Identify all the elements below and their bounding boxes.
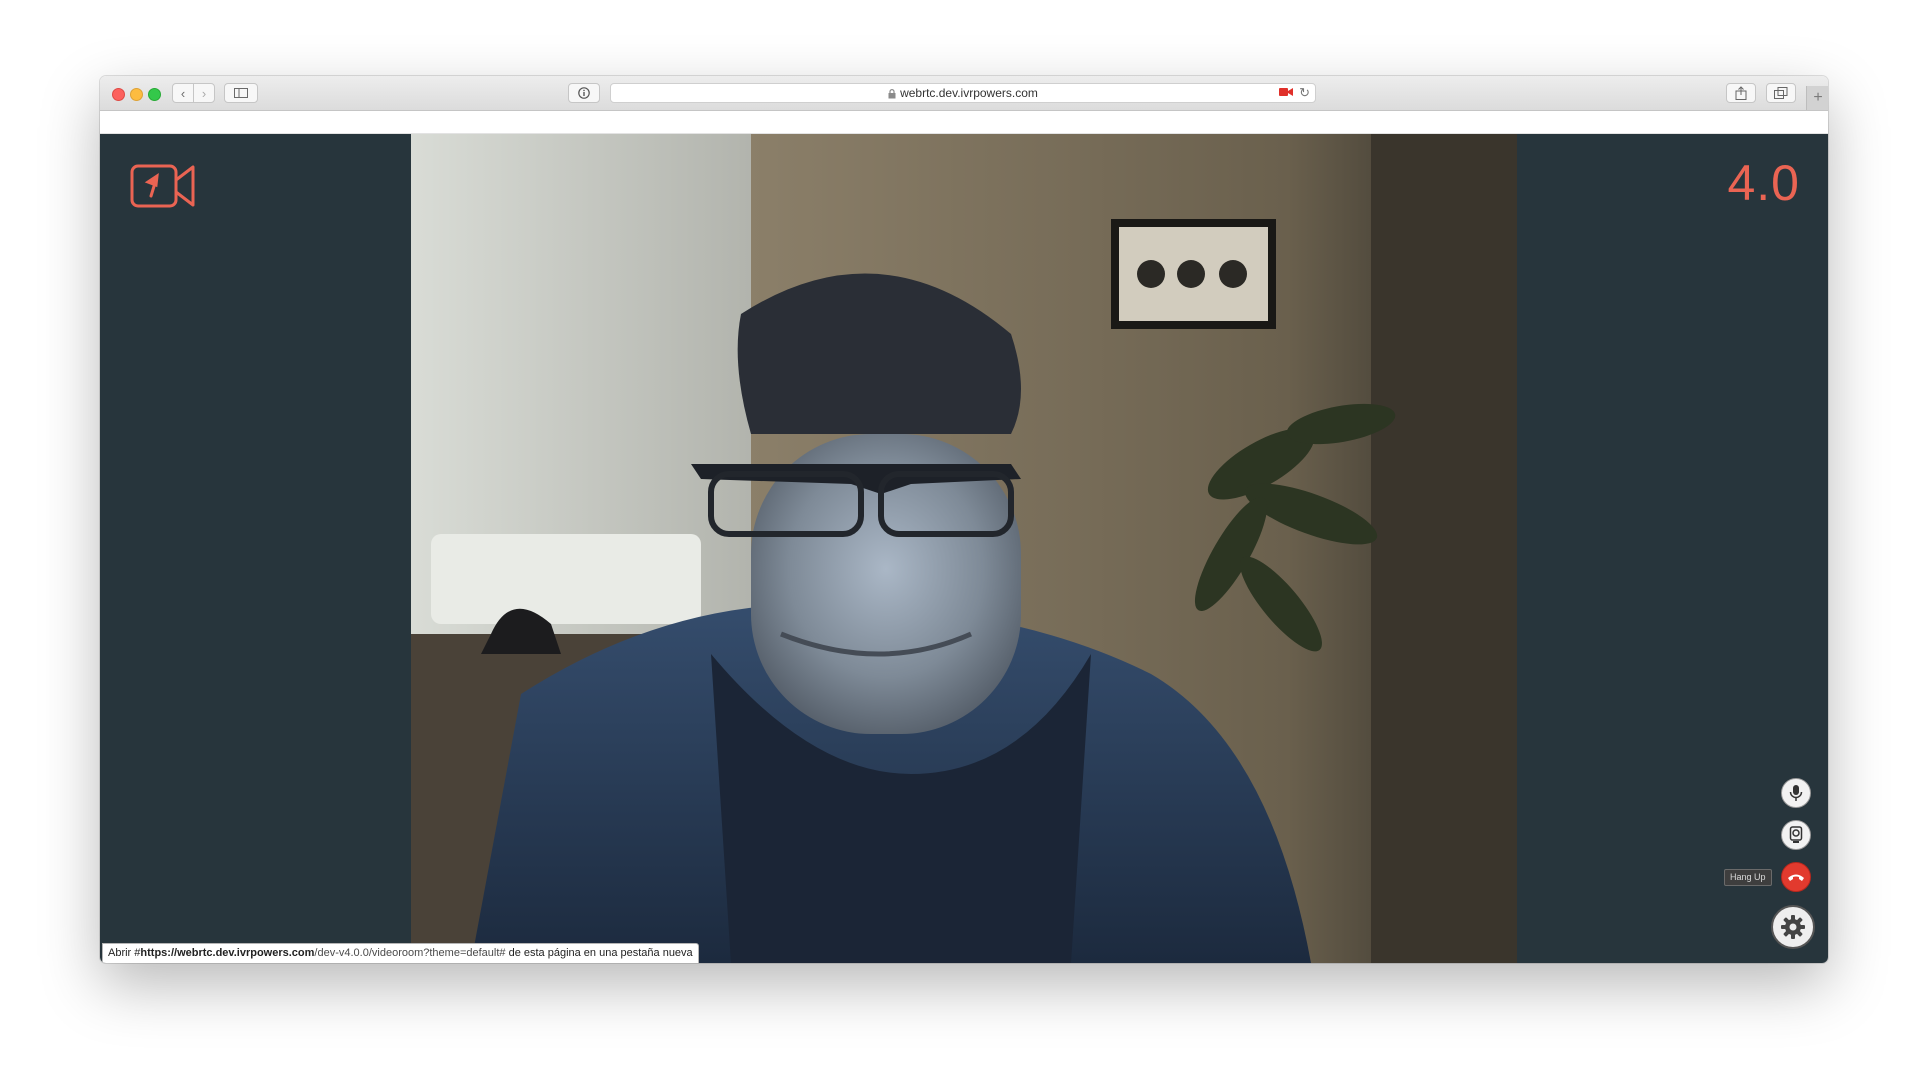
settings-button[interactable] <box>1771 905 1815 949</box>
chevron-left-icon: ‹ <box>180 85 186 101</box>
tab-strip-area <box>100 111 1828 134</box>
plus-icon: + <box>1813 89 1823 106</box>
video-camera-logo-icon <box>130 162 196 215</box>
videoroom-app: 4.0 Hang Up <box>100 134 1828 963</box>
version-label: 4.0 <box>1727 155 1800 211</box>
reload-icon[interactable]: ↻ <box>1299 84 1310 102</box>
status-path: /dev-v4.0.0/videoroom?theme=default# <box>314 947 506 959</box>
status-bar-link-preview: Abrir #https://webrtc.dev.ivrpowers.com/… <box>102 943 699 963</box>
forward-button[interactable]: › <box>193 83 215 103</box>
tabs-overview-icon <box>1774 87 1788 99</box>
browser-window: ‹ › webrtc.dev.ivrpowers.com ↻ + 4.0 Han… <box>100 76 1828 963</box>
address-bar[interactable]: webrtc.dev.ivrpowers.com ↻ <box>610 83 1316 103</box>
gear-icon <box>1781 915 1805 939</box>
share-button[interactable] <box>1726 83 1756 103</box>
hang-up-button[interactable] <box>1781 862 1811 892</box>
webcam-icon <box>1789 826 1803 843</box>
lock-icon <box>888 88 896 99</box>
sidebar-toggle-button[interactable] <box>224 83 258 103</box>
hangup-tooltip: Hang Up <box>1724 869 1772 886</box>
toggle-camera-button[interactable] <box>1781 820 1811 850</box>
status-host: https://webrtc.dev.ivrpowers.com <box>140 947 315 959</box>
sidebar-icon <box>234 88 248 98</box>
url-text: webrtc.dev.ivrpowers.com <box>900 86 1038 100</box>
microphone-icon <box>1789 785 1803 801</box>
mute-microphone-button[interactable] <box>1781 778 1811 808</box>
back-button[interactable]: ‹ <box>172 83 194 103</box>
fullscreen-window-button[interactable] <box>148 88 161 101</box>
webcam-frame <box>411 134 1517 963</box>
new-tab-button[interactable]: + <box>1806 86 1828 110</box>
close-window-button[interactable] <box>112 88 125 101</box>
remote-video-feed <box>411 134 1517 963</box>
status-prefix: Abrir # <box>108 947 141 959</box>
phone-hangup-icon <box>1788 874 1804 881</box>
info-icon <box>578 87 590 99</box>
minimize-window-button[interactable] <box>130 88 143 101</box>
chevron-right-icon: › <box>201 85 207 101</box>
show-tabs-button[interactable] <box>1766 83 1796 103</box>
status-suffix: de esta página en una pestaña nueva <box>505 947 693 959</box>
site-info-button[interactable] <box>568 83 600 103</box>
browser-toolbar: ‹ › webrtc.dev.ivrpowers.com ↻ + <box>100 76 1828 111</box>
camera-recording-icon[interactable] <box>1279 87 1293 97</box>
share-icon <box>1735 86 1747 100</box>
